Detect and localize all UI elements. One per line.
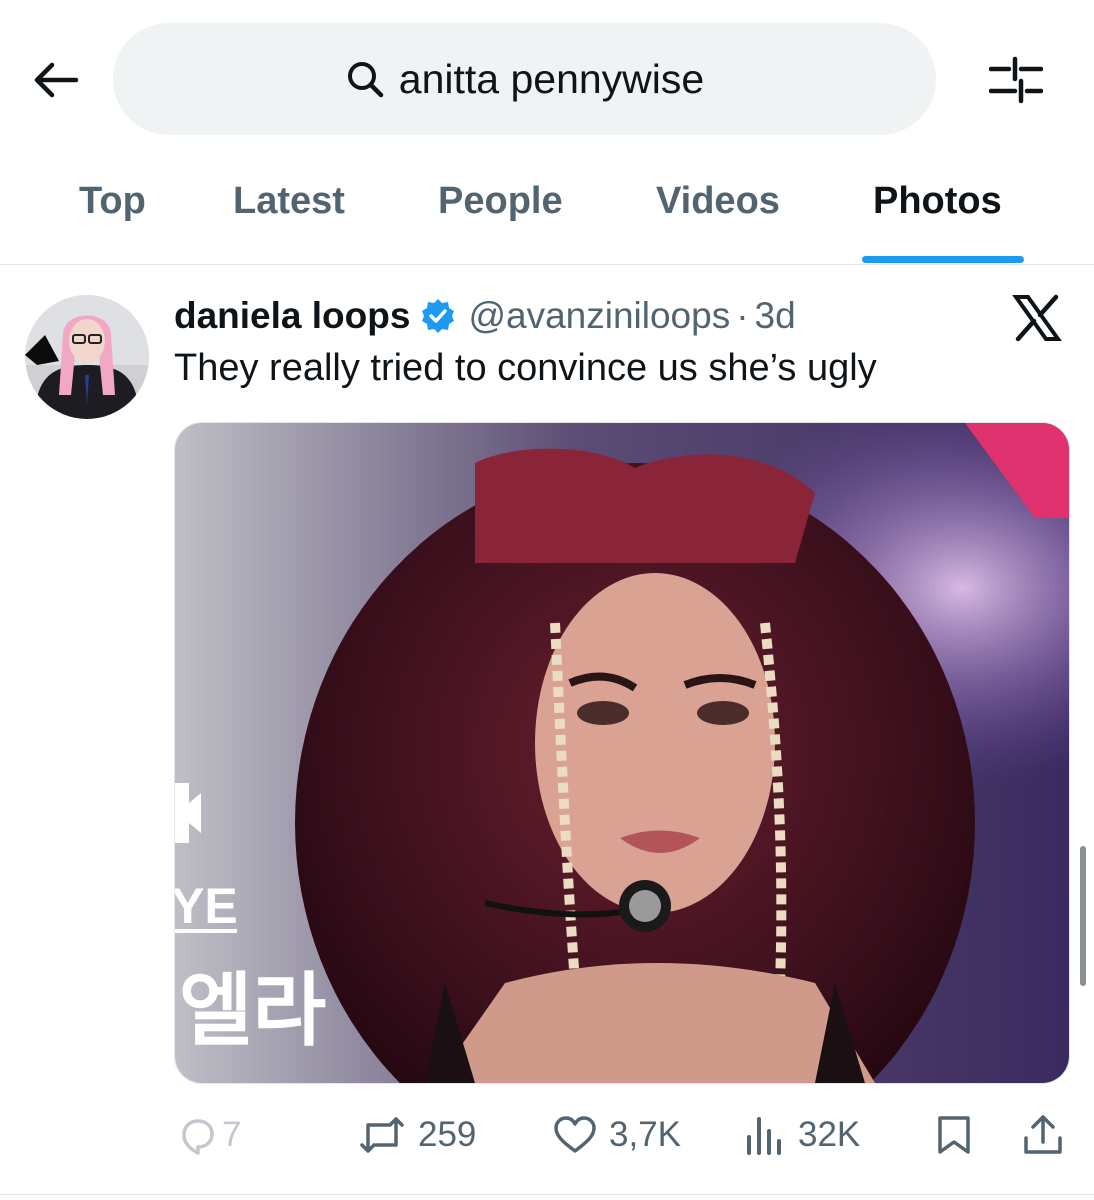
share-button[interactable] <box>1022 1107 1064 1163</box>
scrollbar[interactable] <box>1080 846 1086 986</box>
separator-dot: · <box>736 295 749 336</box>
user-handle[interactable]: @avanziniloops <box>468 295 730 337</box>
share-icon <box>1024 1115 1062 1154</box>
overlay-text-en: YE <box>175 878 238 934</box>
like-count: 3,7K <box>609 1115 681 1154</box>
like-button[interactable]: 3,7K <box>553 1107 681 1163</box>
bookmark-icon <box>938 1116 970 1154</box>
filter-sliders-icon <box>989 56 1043 104</box>
tweet-actions: 7 259 3,7K 32K <box>0 1107 1094 1167</box>
tweet-text: They really tried to convince us she’s u… <box>174 347 877 389</box>
reply-count: 7 <box>222 1115 242 1154</box>
divider <box>0 1194 1094 1195</box>
tab-people[interactable]: People <box>438 180 563 223</box>
search-icon <box>345 59 385 99</box>
active-tab-indicator <box>862 256 1024 263</box>
bookmark-button[interactable] <box>934 1107 974 1163</box>
reply-button[interactable]: 7 <box>176 1107 241 1163</box>
repost-icon <box>360 1117 404 1153</box>
like-icon <box>554 1116 596 1153</box>
repost-button[interactable]: 259 <box>358 1107 476 1163</box>
views-button[interactable]: 32K <box>744 1107 860 1163</box>
overlay-text-kr: 엘라 <box>179 964 326 1057</box>
tab-top[interactable]: Top <box>79 180 146 223</box>
views-icon <box>747 1117 781 1155</box>
avatar[interactable] <box>25 295 149 419</box>
back-button[interactable] <box>26 50 86 110</box>
reply-icon <box>182 1119 214 1155</box>
search-filter-button[interactable] <box>984 50 1048 110</box>
tweet-timestamp[interactable]: 3d <box>755 295 796 337</box>
search-input[interactable]: anitta pennywise <box>113 23 936 135</box>
tweet[interactable]: daniela loops @avanziniloops · 3d They r… <box>0 265 1094 1195</box>
repost-count: 259 <box>418 1115 477 1154</box>
display-name[interactable]: daniela loops <box>174 295 410 337</box>
verified-badge-icon <box>420 298 456 334</box>
tab-latest[interactable]: Latest <box>233 180 345 223</box>
tab-photos[interactable]: Photos <box>873 180 1002 223</box>
top-bar: anitta pennywise <box>0 0 1094 160</box>
back-arrow-icon <box>34 62 79 98</box>
tweet-photo[interactable]: YE 엘라 <box>174 422 1070 1084</box>
tab-videos[interactable]: Videos <box>656 180 780 223</box>
views-count: 32K <box>798 1115 861 1154</box>
tweet-header: daniela loops @avanziniloops · 3d <box>174 293 796 339</box>
x-logo-icon[interactable] <box>1012 293 1062 343</box>
search-tabs: Top Latest People Videos Photos <box>0 160 1094 265</box>
search-query-text: anitta pennywise <box>398 55 705 102</box>
